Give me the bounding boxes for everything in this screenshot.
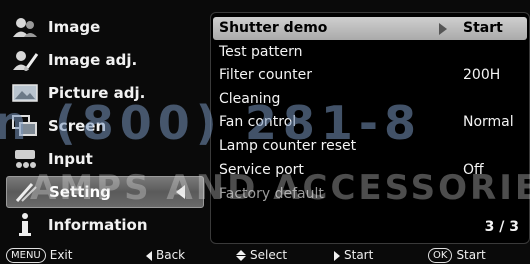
menu-item-information[interactable]: Information <box>10 210 196 240</box>
row-value: Off <box>463 162 484 178</box>
projector-osd-screen: Image Image adj. Picture adj. Screen Inp… <box>0 0 530 264</box>
row-value: Normal <box>463 114 514 130</box>
help-exit-label: Exit <box>49 248 73 262</box>
menu-item-label: Image adj. <box>48 51 138 69</box>
people-icon <box>10 14 40 40</box>
page-indicator: 3 / 3 <box>484 219 519 235</box>
help-exit: MENU Exit <box>6 247 72 264</box>
help-ok-label: Start <box>456 248 486 262</box>
row-filter-counter[interactable]: Filter counter 200H <box>219 64 525 87</box>
setting-icon <box>11 179 41 205</box>
menu-key-icon: MENU <box>6 248 46 263</box>
row-test-pattern[interactable]: Test pattern <box>219 41 525 64</box>
main-menu: Image Image adj. Picture adj. Screen Inp… <box>4 10 204 245</box>
menu-item-screen[interactable]: Screen <box>10 111 196 141</box>
help-ok-start: OK Start <box>428 247 486 264</box>
row-label: Service port <box>219 162 304 178</box>
row-value: Start <box>463 20 503 36</box>
up-down-arrow-icon <box>236 250 246 261</box>
row-value: 200H <box>463 67 501 83</box>
menu-item-label: Setting <box>49 183 111 201</box>
image-adjust-icon <box>10 47 40 73</box>
row-label: Filter counter <box>219 67 312 83</box>
help-bar: MENU Exit Back Select Start OK Start <box>0 247 530 264</box>
help-start: Start <box>334 247 373 264</box>
row-fan-control[interactable]: Fan control Normal <box>219 111 525 134</box>
row-cleaning[interactable]: Cleaning <box>219 88 525 111</box>
menu-item-label: Image <box>48 18 101 36</box>
menu-item-label: Picture adj. <box>48 84 146 102</box>
information-icon <box>10 212 40 238</box>
help-select: Select <box>236 247 287 264</box>
menu-item-setting[interactable]: Setting <box>6 176 204 208</box>
menu-item-label: Screen <box>48 117 107 135</box>
row-label: Factory default <box>219 186 324 202</box>
row-label: Test pattern <box>219 44 303 60</box>
setting-submenu: Shutter demo Start Test pattern Filter c… <box>210 12 530 244</box>
row-label: Fan control <box>219 114 297 130</box>
row-factory-default[interactable]: Factory default <box>219 183 525 206</box>
input-icon <box>10 146 40 172</box>
row-label: Shutter demo <box>219 20 328 36</box>
help-start-label: Start <box>344 248 374 262</box>
selected-arrow-icon <box>176 185 185 199</box>
right-arrow-icon <box>334 250 340 261</box>
help-back: Back <box>146 247 185 264</box>
picture-adjust-icon <box>10 80 40 106</box>
help-back-label: Back <box>156 248 186 262</box>
left-arrow-icon <box>146 250 152 261</box>
row-lamp-counter-reset[interactable]: Lamp counter reset <box>219 135 525 158</box>
screen-icon <box>10 113 40 139</box>
ok-key-icon: OK <box>428 248 453 263</box>
row-service-port[interactable]: Service port Off <box>219 159 525 182</box>
row-shutter-demo[interactable]: Shutter demo Start <box>213 17 527 40</box>
menu-item-label: Input <box>48 150 93 168</box>
menu-item-image[interactable]: Image <box>10 12 196 42</box>
menu-item-label: Information <box>48 216 148 234</box>
menu-item-image-adj[interactable]: Image adj. <box>10 45 196 75</box>
help-select-label: Select <box>250 248 288 262</box>
menu-item-picture-adj[interactable]: Picture adj. <box>10 78 196 108</box>
right-arrow-icon <box>439 23 447 35</box>
menu-item-input[interactable]: Input <box>10 144 196 174</box>
row-label: Cleaning <box>219 91 281 107</box>
row-label: Lamp counter reset <box>219 138 357 154</box>
